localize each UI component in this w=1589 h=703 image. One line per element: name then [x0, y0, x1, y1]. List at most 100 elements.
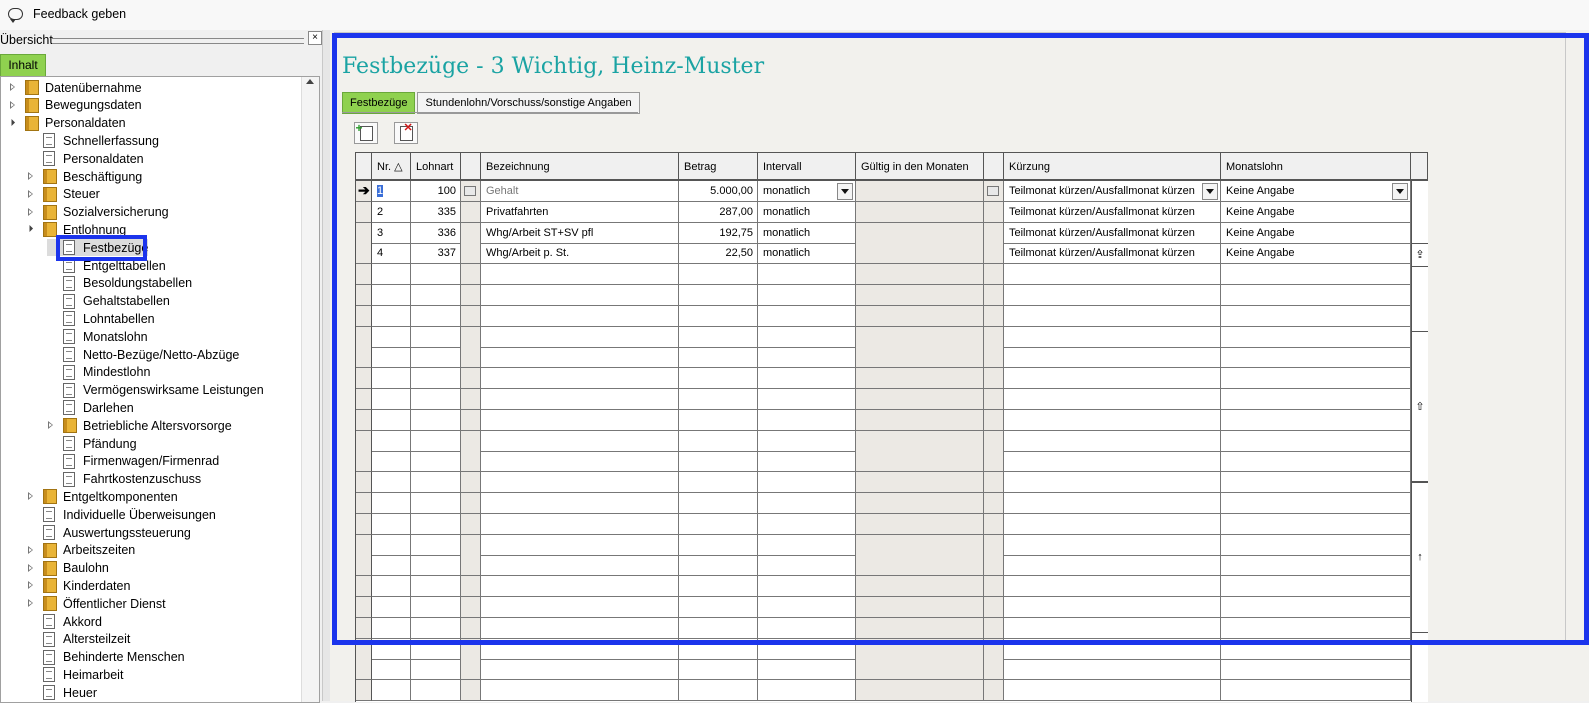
tree-item[interactable]: Lohntabellen — [47, 310, 155, 327]
tree-item[interactable]: Baulohn — [27, 560, 109, 577]
folder-icon — [63, 418, 77, 434]
empty-cell[interactable] — [984, 680, 1004, 702]
tree-item[interactable]: Fahrtkostenzuschuss — [47, 471, 201, 488]
tree-item[interactable]: Behinderte Menschen — [27, 649, 185, 666]
expand-icon[interactable] — [27, 581, 35, 590]
tree-item[interactable]: Vermögenswirksame Leistungen — [47, 382, 264, 399]
folder-icon — [43, 560, 57, 576]
tree-item[interactable]: Steuer — [27, 186, 100, 203]
tree-item[interactable]: Auswertungssteuerung — [27, 524, 191, 541]
tree-item-label: Betriebliche Altersvorsorge — [83, 418, 232, 433]
tree-item[interactable]: Netto-Bezüge/Netto-Abzüge — [47, 346, 239, 363]
empty-cell[interactable] — [856, 680, 984, 702]
tree-item[interactable]: Pfändung — [47, 435, 137, 452]
folder-icon — [43, 542, 57, 558]
tree-item[interactable]: Altersteilzeit — [27, 631, 130, 648]
folder-icon — [43, 222, 57, 238]
tree-item[interactable]: Darlehen — [47, 399, 134, 416]
tree-item[interactable]: Heuer — [27, 684, 97, 701]
folder-icon — [43, 596, 57, 612]
tree-item[interactable]: Datenübernahme — [9, 79, 142, 96]
folder-icon — [43, 578, 57, 594]
tree-item-label: Datenübernahme — [45, 80, 142, 95]
document-icon — [43, 614, 55, 629]
feedback-button[interactable]: Feedback geben — [8, 7, 126, 23]
scroll-up-icon[interactable] — [306, 79, 314, 84]
tree-item-label: Heuer — [63, 685, 98, 700]
tree-item[interactable]: Firmenwagen/Firmenrad — [47, 453, 219, 470]
top-bar: Feedback geben — [0, 0, 1589, 30]
document-icon — [63, 275, 75, 291]
empty-cell[interactable] — [758, 680, 856, 702]
tree-scrollbar[interactable] — [301, 77, 319, 702]
empty-cell[interactable] — [372, 680, 411, 702]
tree-item-label: Fahrtkostenzuschuss — [83, 472, 202, 487]
tree-item[interactable]: Personaldaten — [9, 115, 126, 132]
panel-grip[interactable] — [52, 38, 304, 44]
empty-cell[interactable] — [856, 659, 984, 681]
row-selector[interactable] — [356, 680, 372, 702]
row-selector[interactable] — [356, 659, 372, 681]
empty-cell[interactable] — [679, 680, 758, 702]
tree-item[interactable]: Individuelle Überweisungen — [27, 506, 216, 523]
document-icon — [43, 525, 55, 540]
expand-icon[interactable] — [27, 172, 35, 181]
empty-cell[interactable] — [1221, 659, 1411, 681]
tree-item[interactable]: Schnellerfassung — [27, 132, 159, 149]
collapse-icon[interactable] — [9, 119, 17, 128]
tree-item-label: Entgeltkomponenten — [63, 489, 178, 504]
empty-cell[interactable] — [679, 659, 758, 681]
expand-icon[interactable] — [27, 189, 35, 199]
document-icon — [63, 311, 75, 327]
empty-cell[interactable] — [481, 680, 679, 702]
close-icon[interactable]: × — [308, 31, 322, 45]
empty-cell[interactable] — [1221, 680, 1411, 702]
tree-item-label: Altersteilzeit — [63, 632, 131, 647]
tree-item[interactable]: Mindestlohn — [47, 364, 150, 381]
empty-cell[interactable] — [758, 659, 856, 681]
empty-cell[interactable] — [461, 659, 481, 681]
folder-icon — [25, 80, 39, 95]
expand-icon[interactable] — [47, 421, 55, 430]
tree-item-label: Auswertungssteuerung — [63, 525, 191, 540]
expand-icon[interactable] — [27, 492, 35, 501]
tree-item[interactable]: Monatslohn — [47, 328, 148, 345]
expand-icon[interactable] — [27, 563, 35, 573]
tree-item[interactable]: Entgeltkomponenten — [27, 488, 178, 505]
empty-cell[interactable] — [481, 659, 679, 681]
expand-icon[interactable] — [9, 83, 17, 92]
document-icon — [63, 293, 75, 309]
tree-item[interactable]: Besoldungstabellen — [47, 275, 192, 292]
expand-icon[interactable] — [9, 100, 17, 110]
expand-icon[interactable] — [27, 599, 35, 608]
empty-cell[interactable] — [411, 659, 461, 681]
empty-cell[interactable] — [411, 680, 461, 702]
folder-icon — [25, 97, 39, 113]
empty-cell[interactable] — [1004, 659, 1221, 681]
tree-item[interactable]: Öffentlicher Dienst — [27, 595, 166, 612]
document-icon — [63, 364, 75, 380]
folder-icon — [25, 115, 39, 131]
tree-item[interactable]: Kinderdaten — [27, 577, 130, 594]
tree-item[interactable]: Personaldaten — [27, 150, 144, 167]
tree-item[interactable]: Betriebliche Altersvorsorge — [47, 417, 232, 434]
empty-cell[interactable] — [1004, 680, 1221, 702]
empty-cell[interactable] — [372, 659, 411, 681]
tab-inhalt[interactable]: Inhalt — [0, 54, 46, 77]
tree-item[interactable]: Gehaltstabellen — [47, 293, 170, 310]
tree-item[interactable]: Akkord — [27, 613, 102, 630]
tree-item[interactable]: Sozialversicherung — [27, 204, 169, 221]
expand-icon[interactable] — [27, 207, 35, 217]
expand-icon[interactable] — [27, 545, 35, 555]
collapse-icon[interactable] — [27, 225, 35, 234]
document-icon — [63, 453, 75, 469]
empty-cell[interactable] — [984, 659, 1004, 681]
tree-item[interactable]: Beschäftigung — [27, 168, 142, 185]
document-icon — [43, 507, 55, 523]
tree-item[interactable]: Heimarbeit — [27, 666, 123, 683]
tree-item[interactable]: Arbeitszeiten — [27, 542, 135, 559]
tree-item[interactable]: Bewegungsdaten — [9, 97, 142, 114]
empty-cell[interactable] — [461, 680, 481, 702]
document-icon — [63, 400, 75, 416]
tree-item-label: Individuelle Überweisungen — [63, 507, 216, 522]
